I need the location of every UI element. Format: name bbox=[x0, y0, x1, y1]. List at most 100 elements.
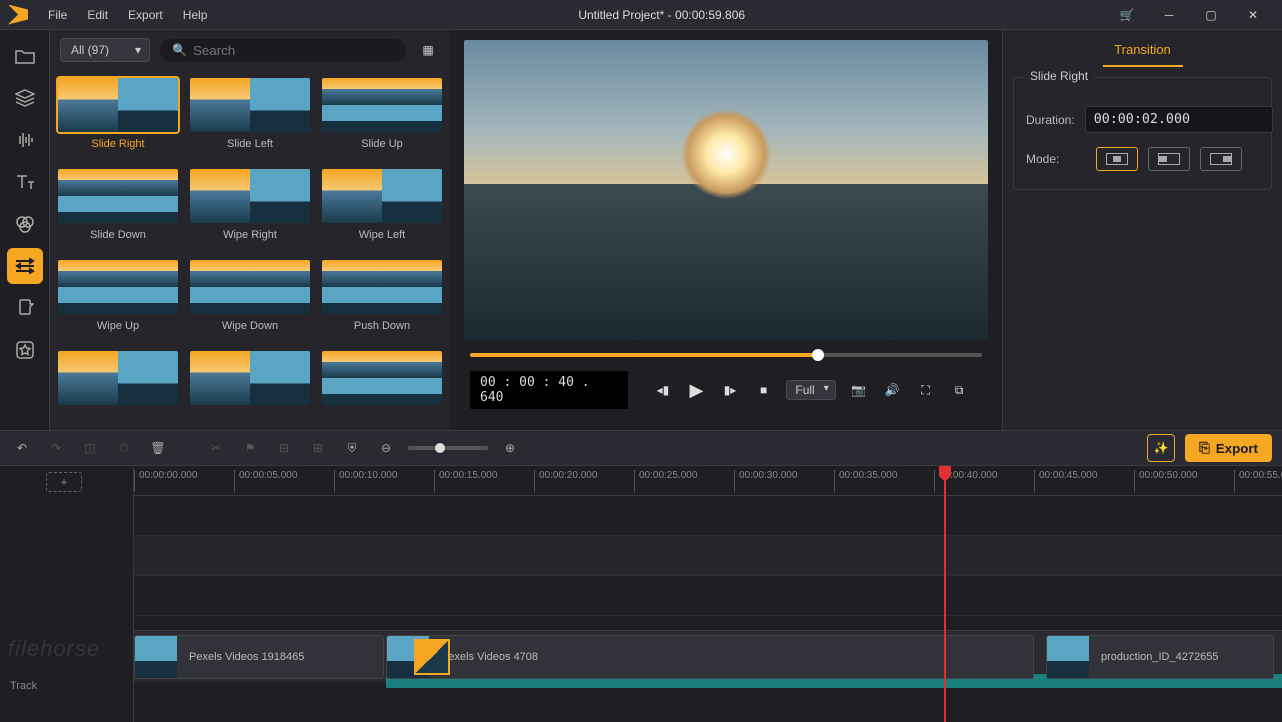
mode-left-button[interactable] bbox=[1148, 147, 1190, 171]
zoom-in-button[interactable]: ⊕ bbox=[498, 436, 522, 460]
transition-thumb[interactable]: Wipe Right bbox=[190, 169, 310, 252]
clip-label: production_ID_4272655 bbox=[1101, 651, 1218, 663]
timeline-track-header: + Track bbox=[0, 466, 134, 722]
thumb-label: Wipe Up bbox=[97, 320, 139, 332]
title-bar: File Edit Export Help Untitled Project* … bbox=[0, 0, 1282, 30]
redo-button: ↷ bbox=[44, 436, 68, 460]
transition-thumb[interactable]: Slide Left bbox=[190, 78, 310, 161]
prev-frame-button[interactable]: ◂▮ bbox=[652, 379, 674, 401]
sidebar-text-icon[interactable] bbox=[7, 164, 43, 200]
preview-display[interactable] bbox=[464, 40, 988, 340]
preview-scrubber[interactable] bbox=[470, 353, 982, 357]
duration-label: Duration: bbox=[1026, 113, 1075, 127]
thumb-label: Slide Right bbox=[91, 138, 144, 150]
thumb-label: Wipe Down bbox=[222, 320, 278, 332]
sidebar-transitions-icon[interactable] bbox=[7, 248, 43, 284]
close-button[interactable]: ✕ bbox=[1232, 0, 1274, 30]
menu-export[interactable]: Export bbox=[118, 8, 173, 22]
play-button[interactable]: ▶ bbox=[686, 379, 708, 401]
cart-icon[interactable]: 🛒 bbox=[1106, 0, 1148, 30]
transition-grid: Slide RightSlide LeftSlide UpSlide DownW… bbox=[50, 70, 450, 430]
tool-sidebar bbox=[0, 30, 50, 430]
transition-thumb[interactable]: Push Down bbox=[322, 260, 442, 343]
search-input[interactable] bbox=[193, 43, 273, 58]
sidebar-favorites-icon[interactable] bbox=[7, 332, 43, 368]
minimize-button[interactable]: ─ bbox=[1148, 0, 1190, 30]
transitions-panel: All (97) 🔍 ▦ Slide Right Slide LeftSlide … bbox=[50, 30, 450, 430]
transition-thumb[interactable] bbox=[58, 351, 178, 422]
fx-button[interactable]: ✨ bbox=[1147, 434, 1175, 462]
window-title: Untitled Project* - 00:00:59.806 bbox=[217, 8, 1106, 22]
track-label: Track bbox=[10, 680, 37, 692]
sidebar-elements-icon[interactable] bbox=[7, 290, 43, 326]
sidebar-audio-icon[interactable] bbox=[7, 122, 43, 158]
marker-button: ⚑ bbox=[238, 436, 262, 460]
transition-thumb[interactable]: Slide Right bbox=[58, 78, 178, 161]
ruler-tick: 00:00:00.000 bbox=[134, 470, 197, 492]
ruler-tick: 00:00:20.000 bbox=[534, 470, 597, 492]
aspect-icon[interactable]: ⛶ bbox=[915, 379, 937, 401]
ruler-tick: 00:00:25.000 bbox=[634, 470, 697, 492]
preview-panel: 00 : 00 : 40 . 640 ◂▮ ▶ ▮▸ ■ Full 📷 🔊 ⛶ … bbox=[450, 30, 1002, 430]
split-button: ✂ bbox=[204, 436, 228, 460]
ruler-tick: 00:00:30.000 bbox=[734, 470, 797, 492]
maximize-button[interactable]: ▢ bbox=[1190, 0, 1232, 30]
timeline-body[interactable]: 00:00:00.00000:00:05.00000:00:10.00000:0… bbox=[134, 466, 1282, 722]
timeline-clip[interactable]: Pexels Videos 1918465 bbox=[134, 635, 384, 679]
mode-label: Mode: bbox=[1026, 152, 1086, 166]
group-button: ⊞ bbox=[306, 436, 330, 460]
ruler-tick: 00:00:50.000 bbox=[1134, 470, 1197, 492]
search-icon: 🔍 bbox=[172, 43, 187, 57]
detach-icon[interactable]: ⧉ bbox=[948, 379, 970, 401]
clip-thumbnail bbox=[135, 636, 177, 678]
delete-button[interactable]: 🗑 bbox=[146, 436, 170, 460]
properties-title: Slide Right bbox=[1024, 69, 1094, 83]
menu-edit[interactable]: Edit bbox=[77, 8, 118, 22]
sidebar-filters-icon[interactable] bbox=[7, 206, 43, 242]
grid-view-icon[interactable]: ▦ bbox=[416, 38, 440, 62]
undo-button[interactable]: ↶ bbox=[10, 436, 34, 460]
mode-right-button[interactable] bbox=[1200, 147, 1242, 171]
ruler-tick: 00:00:45.000 bbox=[1034, 470, 1097, 492]
menu-file[interactable]: File bbox=[38, 8, 77, 22]
ruler-tick: 00:00:10.000 bbox=[334, 470, 397, 492]
volume-icon[interactable]: 🔊 bbox=[881, 379, 903, 401]
transition-thumb[interactable]: Wipe Left bbox=[322, 169, 442, 252]
transition-thumb[interactable]: Slide Down bbox=[58, 169, 178, 252]
transition-thumb[interactable] bbox=[190, 351, 310, 422]
transition-thumb[interactable]: Wipe Up bbox=[58, 260, 178, 343]
transition-clip[interactable] bbox=[414, 639, 450, 675]
search-box[interactable]: 🔍 bbox=[160, 39, 406, 62]
transition-thumb[interactable] bbox=[322, 351, 442, 422]
speed-button: ⏱ bbox=[112, 436, 136, 460]
add-track-button[interactable]: + bbox=[46, 472, 82, 492]
playhead[interactable] bbox=[944, 466, 946, 722]
mode-center-button[interactable] bbox=[1096, 147, 1138, 171]
properties-tab[interactable]: Transition bbox=[1003, 30, 1282, 67]
sidebar-layers-icon[interactable] bbox=[7, 80, 43, 116]
video-track[interactable]: Pexels Videos 1918465Pexels Videos 4708 p… bbox=[134, 630, 1282, 682]
shield-icon[interactable]: ⛨ bbox=[340, 436, 364, 460]
stop-button[interactable]: ■ bbox=[753, 379, 775, 401]
snapshot-icon[interactable]: 📷 bbox=[848, 379, 870, 401]
zoom-slider[interactable] bbox=[408, 446, 488, 450]
zoom-out-button[interactable]: ⊖ bbox=[374, 436, 398, 460]
timeline-clip[interactable]: production_ID_4272655 bbox=[1046, 635, 1274, 679]
timeline: + Track 00:00:00.00000:00:05.00000:00:10… bbox=[0, 466, 1282, 722]
app-logo-icon bbox=[8, 5, 28, 25]
duration-input[interactable] bbox=[1085, 106, 1273, 133]
transition-thumb[interactable]: Slide Up bbox=[322, 78, 442, 161]
timeline-ruler[interactable]: 00:00:00.00000:00:05.00000:00:10.00000:0… bbox=[134, 466, 1282, 496]
ruler-tick: 00:00:35.000 bbox=[834, 470, 897, 492]
next-frame-button[interactable]: ▮▸ bbox=[719, 379, 741, 401]
resolution-dropdown[interactable]: Full bbox=[786, 380, 835, 400]
transition-filter-dropdown[interactable]: All (97) bbox=[60, 38, 150, 62]
thumb-label: Wipe Left bbox=[359, 229, 405, 241]
timeline-clip[interactable]: Pexels Videos 4708 bbox=[386, 635, 1034, 679]
sidebar-media-icon[interactable] bbox=[7, 38, 43, 74]
export-button[interactable]: ⎘Export bbox=[1185, 434, 1272, 462]
menu-help[interactable]: Help bbox=[173, 8, 218, 22]
crop-button: ◫ bbox=[78, 436, 102, 460]
transition-thumb[interactable]: Wipe Down bbox=[190, 260, 310, 343]
snap-button: ⊟ bbox=[272, 436, 296, 460]
